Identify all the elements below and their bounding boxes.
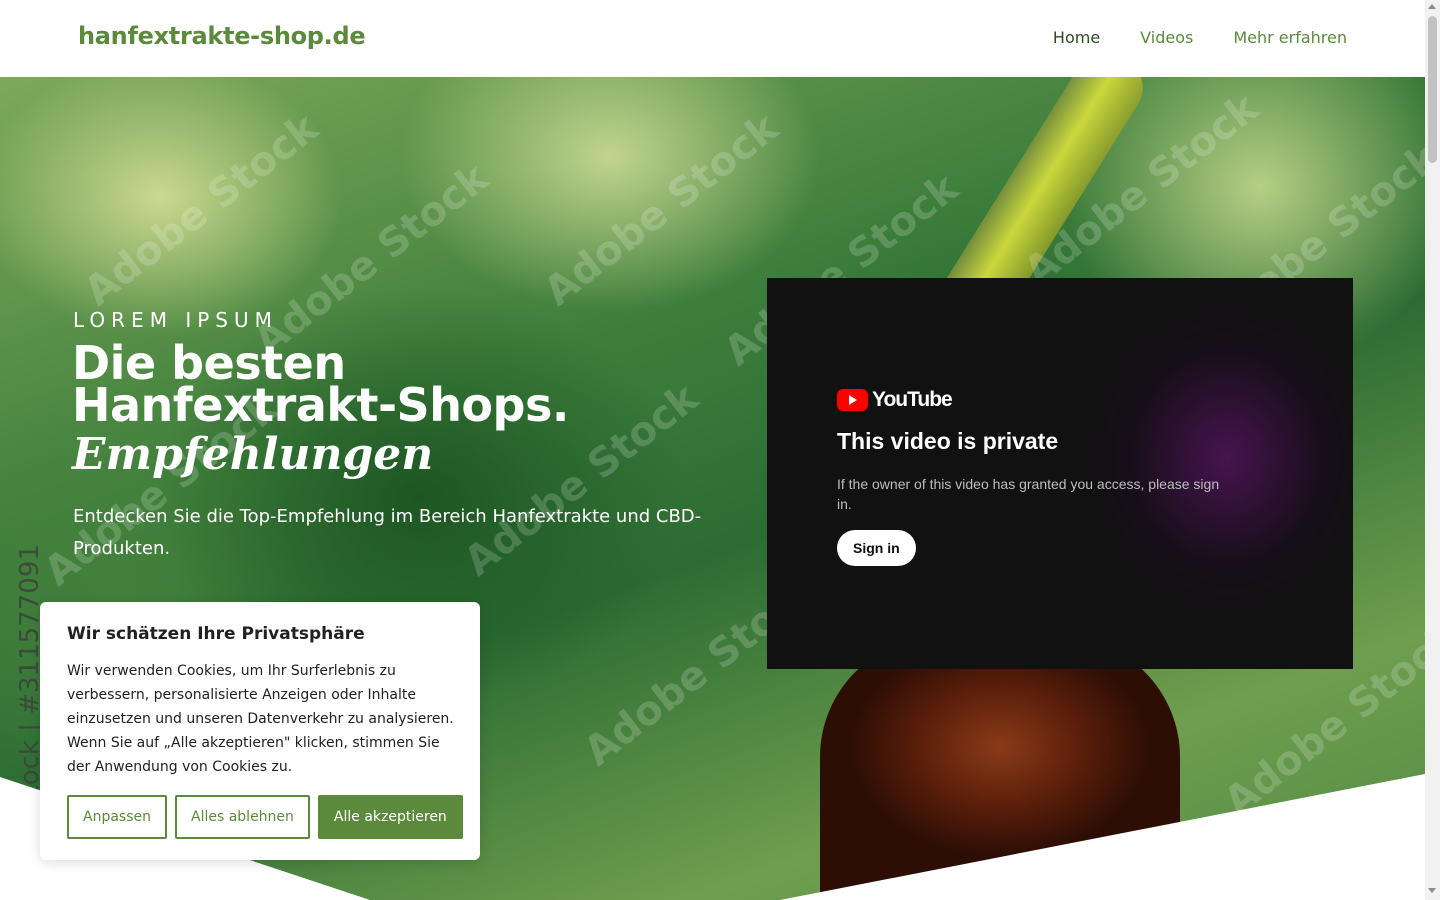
cookie-title: Wir schätzen Ihre Privatsphäre (67, 624, 365, 644)
video-status-title: This video is private (837, 428, 1059, 454)
cookie-customize-button[interactable]: Anpassen (67, 795, 167, 839)
youtube-logo[interactable]: YouTube (837, 388, 953, 412)
nav-item-videos[interactable]: Videos (1140, 28, 1193, 47)
video-embed[interactable]: YouTube This video is private If the own… (767, 278, 1353, 669)
hero-eyebrow: LOREM IPSUM (73, 308, 278, 332)
hero-script-text: Empfehlungen (72, 429, 434, 480)
site-header: hanfextrakte-shop.de Home Videos Mehr er… (0, 0, 1425, 77)
youtube-wordmark: YouTube (872, 388, 953, 411)
site-logo[interactable]: hanfextrakte-shop.de (78, 22, 366, 50)
cookie-reject-button[interactable]: Alles ablehnen (175, 795, 310, 839)
video-status-message: If the owner of this video has granted y… (837, 476, 1220, 512)
scrollbar-thumb[interactable] (1428, 16, 1437, 163)
page-scrollbar[interactable] (1425, 0, 1440, 900)
main-nav: Home Videos Mehr erfahren (1053, 28, 1347, 47)
hero-lead: Entdecken Sie die Top-Empfehlung im Bere… (73, 506, 702, 559)
cookie-banner: Wir schätzen Ihre Privatsphäre Wir verwe… (40, 602, 480, 860)
cookie-actions: Anpassen Alles ablehnen Alle akzeptieren (67, 795, 463, 839)
video-signin-button[interactable]: Sign in (837, 530, 916, 566)
scroll-down-arrow-icon[interactable] (1428, 888, 1436, 893)
cookie-accept-button[interactable]: Alle akzeptieren (317, 795, 463, 839)
hero-headline: Die besten Hanfextrakt-Shops. (72, 340, 712, 428)
hero-headline-line2: Hanfextrakt-Shops. (72, 378, 569, 432)
youtube-play-icon (837, 389, 868, 411)
nav-item-mehr-erfahren[interactable]: Mehr erfahren (1233, 28, 1347, 47)
nav-item-home[interactable]: Home (1053, 28, 1100, 47)
cookie-text: Wir verwenden Cookies, um Ihr Surferlebn… (67, 663, 454, 775)
scroll-up-arrow-icon[interactable] (1428, 4, 1436, 9)
